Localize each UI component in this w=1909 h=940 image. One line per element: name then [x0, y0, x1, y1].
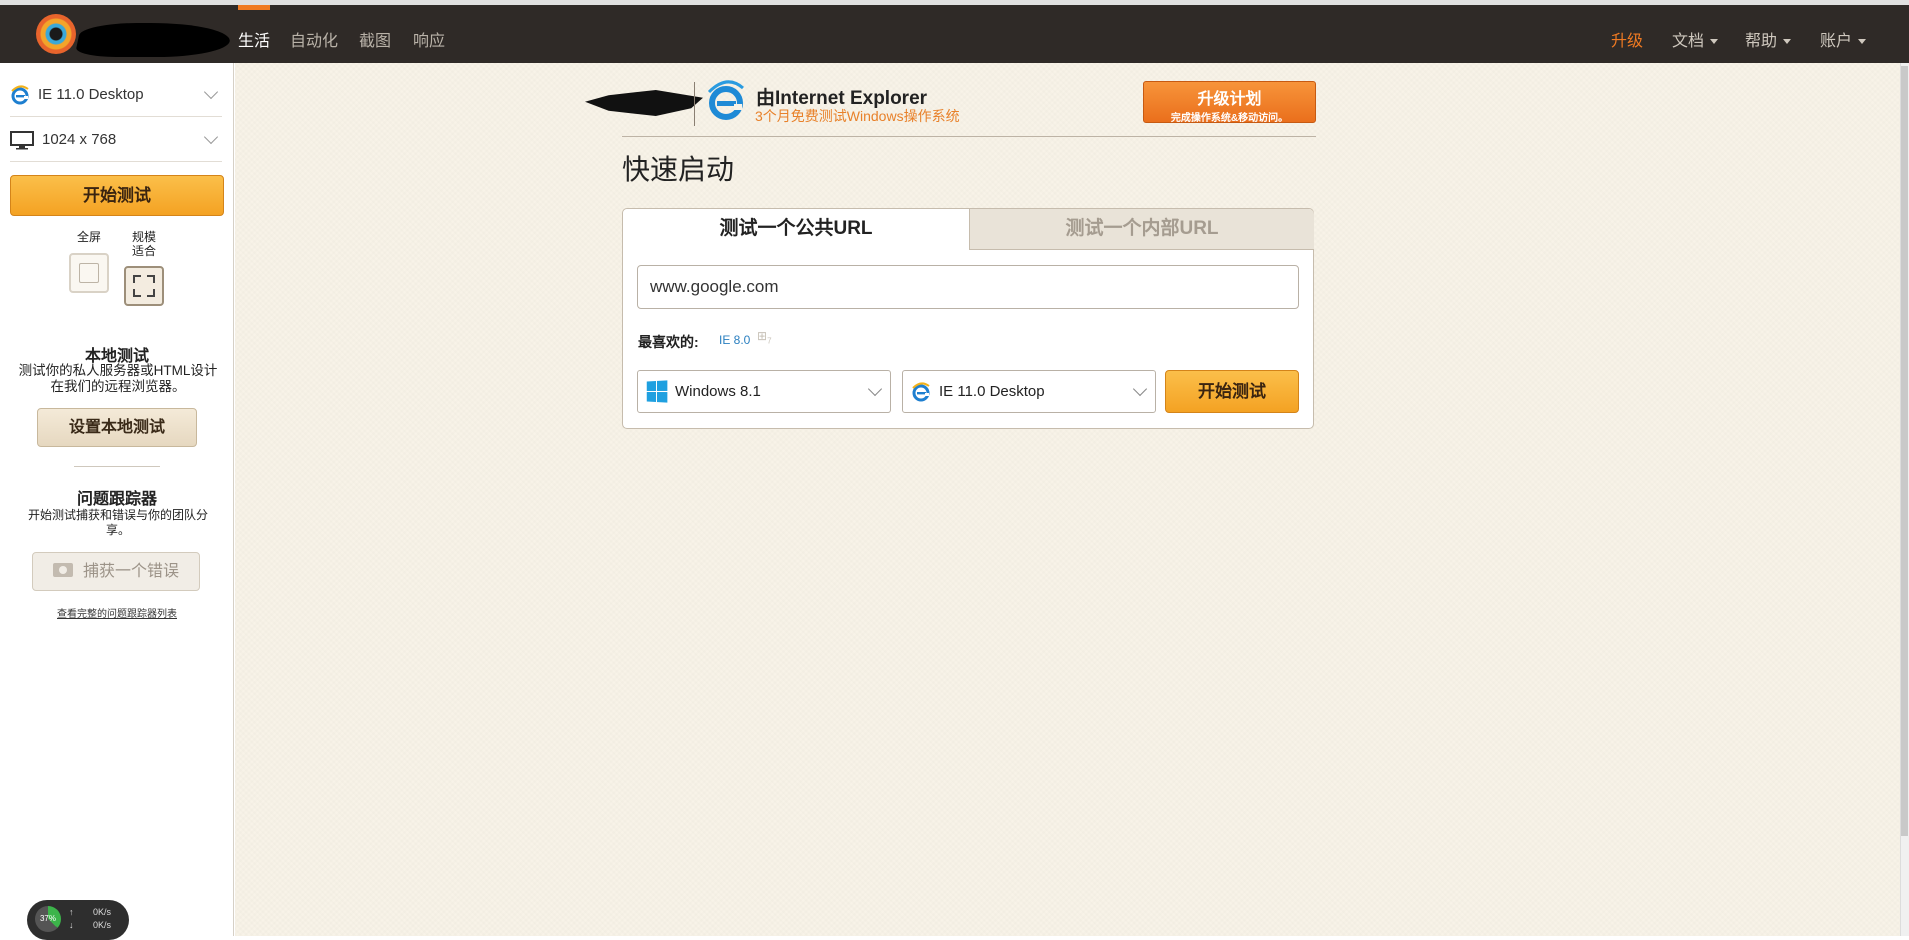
issue-tracker-title: 问题跟踪器 [76, 491, 157, 508]
issue-tracker-text: 开始测试捕获和错误与你的团队分享。 [27, 508, 208, 537]
windows-icon [646, 380, 668, 403]
fullscreen-icon [79, 263, 99, 283]
windows-flag-glyph: ⊞ [757, 329, 768, 343]
fullscreen-toggle[interactable] [69, 253, 109, 293]
sidebar-divider [74, 466, 160, 467]
nav-item-automation[interactable]: 自动化 [290, 27, 338, 51]
browser-version-value: IE 11.0 Desktop [939, 383, 1045, 400]
ie-icon [10, 84, 30, 105]
caret-down-icon [1710, 39, 1719, 45]
network-monitor-widget: 37% ↑ ↓ 0K/s 0K/s [27, 900, 129, 940]
fit-icon-corner [147, 275, 155, 283]
favorites-label: 最喜欢的: [638, 334, 699, 350]
nav-help-label: 帮助 [1745, 33, 1778, 50]
ie-icon [911, 381, 931, 402]
cpu-percent: 37% [35, 906, 61, 932]
chevron-down-icon [203, 84, 219, 100]
nav-active-indicator [238, 5, 270, 10]
tab-public-url[interactable]: 测试一个公共URL [623, 209, 969, 250]
nav-upgrade-link[interactable]: 升级 [1611, 27, 1643, 51]
quick-start-test-button[interactable]: 开始测试 [1165, 370, 1299, 413]
upgrade-plan-button[interactable]: 升级计划 完成操作系统&移动访问。 [1143, 81, 1316, 124]
quick-start-title: 快速启动 [622, 154, 735, 185]
os-select[interactable]: Windows 8.1 [637, 370, 891, 413]
fullscreen-label: 全屏 [76, 230, 101, 244]
local-testing-text: 测试你的私人服务器或HTML设计在我们的远程浏览器。 [18, 363, 218, 394]
upload-speed: 0K/s [93, 907, 112, 917]
promo-subtitle: 3个月免费测试Windows操作系统 [755, 108, 960, 124]
browser-select-value: IE 11.0 Desktop [38, 86, 144, 103]
windows-7-icon: ⊞7 [757, 329, 779, 347]
issue-tracker-link[interactable]: 查看完整的问题跟踪器列表 [0, 605, 234, 620]
fit-icon-corner [147, 289, 155, 297]
ie-logo-icon [705, 80, 747, 122]
url-input[interactable]: www.google.com [637, 265, 1299, 309]
tab-internal-url[interactable]: 测试一个内部URL [969, 209, 1314, 250]
sidebar: IE 11.0 Desktop 1024 x 768 开始测试 全屏 规模适合 … [0, 63, 234, 936]
windows-7-badge: 7 [767, 336, 772, 346]
favorite-ie8-link[interactable]: IE 8.0 [719, 333, 750, 347]
main-content [235, 63, 1909, 936]
fit-toggle[interactable] [124, 266, 164, 306]
chevron-down-icon [867, 381, 883, 397]
upgrade-plan-title: 升级计划 [1197, 91, 1262, 108]
os-select-value: Windows 8.1 [675, 383, 761, 400]
capture-bug-label: 捕获一个错误 [82, 563, 179, 580]
nav-account-label: 账户 [1820, 33, 1853, 50]
upgrade-plan-subtitle: 完成操作系统&移动访问。 [1170, 113, 1289, 124]
camera-icon [52, 563, 73, 577]
nav-help-menu[interactable]: 帮助 [1745, 27, 1792, 51]
header-divider [622, 136, 1316, 137]
top-nav-bar: 生活 自动化 截图 响应 升级 文档 帮助 账户 [0, 0, 1909, 63]
chevron-down-icon [203, 129, 219, 145]
nav-item-screenshots[interactable]: 截图 [359, 27, 391, 51]
nav-item-responsive[interactable]: 响应 [413, 27, 445, 51]
start-test-button[interactable]: 开始测试 [10, 175, 224, 216]
fit-icon-corner [133, 289, 141, 297]
app-logo[interactable] [36, 14, 76, 54]
nav-docs-menu[interactable]: 文档 [1672, 27, 1719, 51]
nav-docs-label: 文档 [1672, 33, 1705, 50]
nav-account-menu[interactable]: 账户 [1820, 27, 1867, 51]
fit-label: 规模适合 [131, 230, 156, 258]
chevron-down-icon [1132, 381, 1148, 397]
scrollbar-thumb[interactable] [1901, 66, 1908, 836]
browser-select[interactable]: IE 11.0 Desktop [10, 73, 222, 117]
caret-down-icon [1783, 39, 1792, 45]
redacted-brand-name [74, 23, 234, 57]
quick-start-panel: 测试一个公共URL 测试一个内部URL www.google.com 最喜欢的:… [622, 208, 1314, 429]
download-speed: 0K/s [93, 920, 112, 930]
setup-local-testing-button[interactable]: 设置本地测试 [37, 408, 197, 447]
capture-bug-button[interactable]: 捕获一个错误 [32, 552, 200, 591]
resolution-select-value: 1024 x 768 [42, 131, 117, 148]
resolution-select[interactable]: 1024 x 768 [10, 118, 222, 162]
promo-divider [694, 82, 695, 126]
arrow-down-icon: ↓ [69, 920, 74, 930]
fit-icon [133, 275, 141, 283]
browser-version-select[interactable]: IE 11.0 Desktop [902, 370, 1156, 413]
nav-item-live[interactable]: 生活 [238, 27, 270, 51]
caret-down-icon [1858, 39, 1867, 45]
monitor-icon [10, 130, 34, 150]
arrow-up-icon: ↑ [69, 907, 74, 917]
